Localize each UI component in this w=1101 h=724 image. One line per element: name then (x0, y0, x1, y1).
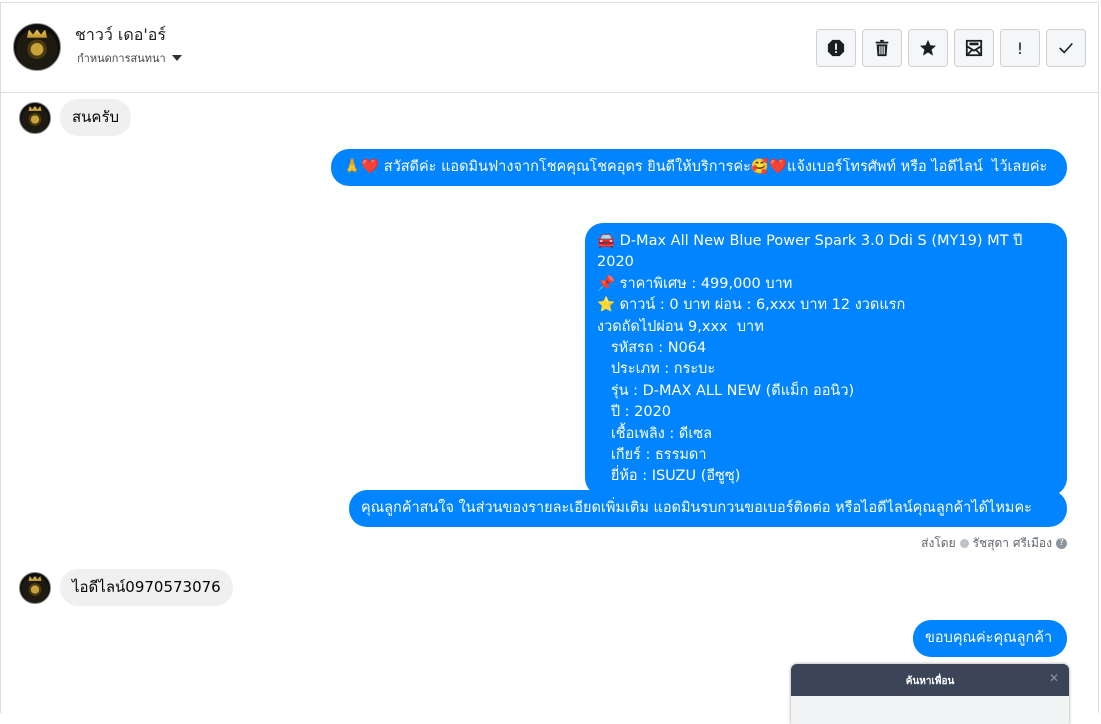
caret-down-icon (171, 55, 182, 61)
popup-title: ค้นหาเพื่อน (905, 676, 955, 687)
star-button[interactable] (908, 29, 948, 67)
star-icon (919, 39, 937, 56)
popup-body (791, 696, 1069, 724)
close-icon[interactable]: ✕ (1049, 671, 1059, 685)
help-icon[interactable]: ? (1056, 538, 1067, 549)
outgoing-message[interactable]: คุณลูกค้าสนใจ ในส่วนของรายละเอียดเพิ่มเต… (349, 490, 1067, 528)
contact-avatar-small[interactable] (19, 571, 51, 604)
spam-button[interactable] (816, 29, 856, 67)
trash-icon (875, 39, 889, 57)
important-button[interactable]: ! (1000, 29, 1040, 67)
incoming-message-row: ไอดีไลน์0970573076 (19, 569, 233, 606)
outgoing-message-car-details[interactable]: 🚘 D-Max All New Blue Power Spark 3.0 Ddi… (585, 223, 1067, 496)
important-icon: ! (1016, 38, 1024, 58)
assign-conversation-label: กำหนดการสนทนา (77, 52, 166, 65)
assign-conversation-dropdown[interactable]: กำหนดการสนทนา (77, 49, 182, 67)
done-button[interactable] (1046, 29, 1086, 67)
spam-icon (827, 39, 845, 57)
incoming-message[interactable]: ไอดีไลน์0970573076 (60, 569, 233, 606)
mark-unread-button[interactable] (954, 29, 994, 67)
check-icon (1059, 42, 1073, 54)
contact-avatar-small[interactable] (19, 101, 51, 134)
conversation-panel: ชาวว์ เดอ'อร์ กำหนดการสนทนา ! สนครับ 🙏❤️… (0, 2, 1099, 724)
sent-status-icon (959, 539, 969, 548)
outgoing-message[interactable]: ขอบคุณค่ะคุณลูกค้า (913, 620, 1067, 658)
delete-button[interactable] (862, 29, 902, 67)
outgoing-message[interactable]: 🙏❤️ สวัสดีค่ะ แอดมินฟางจากโชคคุณโชคอุดร … (331, 149, 1067, 187)
find-friends-popup[interactable]: ค้นหาเพื่อน ✕ (791, 664, 1069, 724)
contact-avatar[interactable] (13, 23, 61, 71)
sent-by-name[interactable]: รัชสุดา ศรีเมือง (973, 534, 1052, 553)
contact-name[interactable]: ชาวว์ เดอ'อร์ (75, 23, 166, 48)
conversation-toolbar: ! (816, 29, 1086, 67)
incoming-message[interactable]: สนครับ (60, 99, 132, 136)
mark-unread-icon (965, 39, 983, 57)
sent-by-label: ส่งโดย (921, 536, 956, 550)
conversation-header: ชาวว์ เดอ'อร์ กำหนดการสนทนา ! (1, 3, 1098, 93)
sent-by-info: ส่งโดย รัชสุดา ศรีเมือง ? (921, 534, 1067, 553)
incoming-message-row: สนครับ (19, 99, 132, 136)
